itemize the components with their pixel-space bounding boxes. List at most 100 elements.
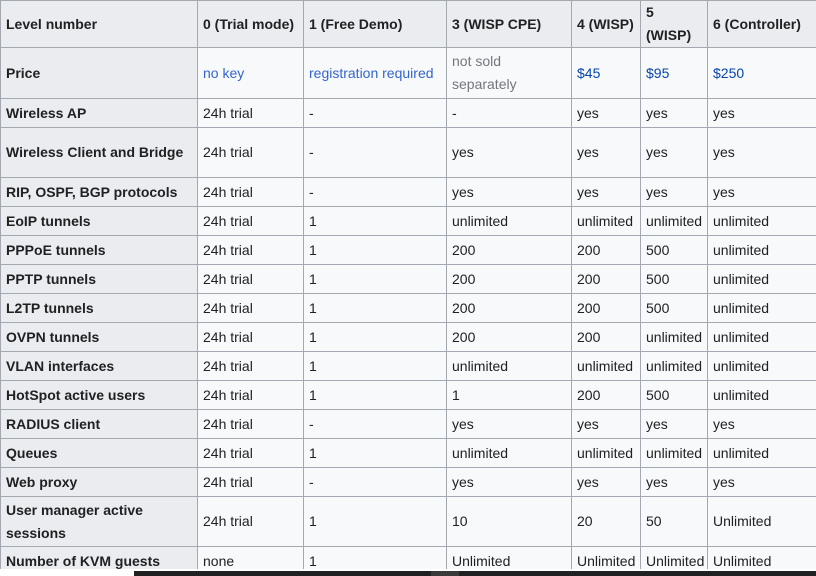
- price-level-4-link[interactable]: $45: [571, 47, 641, 99]
- row-label: VLAN interfaces: [0, 351, 198, 381]
- table-cell: unlimited: [571, 206, 641, 236]
- horizontal-scrollbar[interactable]: [0, 569, 816, 576]
- table-cell: 24h trial: [197, 409, 304, 439]
- table-cell: unlimited: [571, 438, 641, 468]
- table-cell: -: [303, 177, 447, 207]
- table-cell: 1: [303, 322, 447, 352]
- table-row: Web proxy 24h trial - yes yes yes yes: [0, 467, 816, 497]
- table-cell: yes: [571, 467, 641, 497]
- table-cell: 500: [640, 264, 708, 294]
- table-cell: yes: [707, 98, 816, 128]
- table-cell: yes: [446, 409, 572, 439]
- table-cell: 24h trial: [197, 380, 304, 410]
- table-cell: 24h trial: [197, 177, 304, 207]
- price-registration-link[interactable]: registration required: [303, 47, 447, 99]
- scrollbar-thumb[interactable]: [134, 571, 816, 576]
- table-cell: 200: [571, 293, 641, 323]
- table-row: EoIP tunnels 24h trial 1 unlimited unlim…: [0, 206, 816, 236]
- table-cell: unlimited: [446, 206, 572, 236]
- table-cell: 200: [446, 322, 572, 352]
- scrollbar-thumb-grip[interactable]: [431, 571, 459, 576]
- table-cell: 200: [571, 322, 641, 352]
- price-not-sold: not sold separately: [446, 47, 572, 99]
- table-cell: yes: [446, 177, 572, 207]
- row-label: HotSpot active users: [0, 380, 198, 410]
- table-cell: 24h trial: [197, 127, 304, 178]
- table-row: Wireless Client and Bridge 24h trial - y…: [0, 127, 816, 178]
- table-cell: 24h trial: [197, 293, 304, 323]
- table-cell: yes: [707, 127, 816, 178]
- table-cell: unlimited: [446, 351, 572, 381]
- table-row: PPTP tunnels 24h trial 1 200 200 500 unl…: [0, 264, 816, 294]
- row-label: RIP, OSPF, BGP protocols: [0, 177, 198, 207]
- table-cell: unlimited: [571, 351, 641, 381]
- table-cell: 20: [571, 496, 641, 547]
- table-cell: 500: [640, 380, 708, 410]
- price-level-6-link[interactable]: $250: [707, 47, 816, 99]
- header-level-5: 5 (WISP): [640, 0, 708, 48]
- table-cell: unlimited: [707, 438, 816, 468]
- table-cell: yes: [640, 409, 708, 439]
- table-cell: unlimited: [707, 206, 816, 236]
- header-row: Level number 0 (Trial mode) 1 (Free Demo…: [0, 0, 816, 48]
- table-cell: 200: [571, 380, 641, 410]
- table-cell: -: [303, 409, 447, 439]
- table-cell: yes: [640, 467, 708, 497]
- table-cell: Unlimited: [707, 496, 816, 547]
- table-cell: 24h trial: [197, 496, 304, 547]
- table-cell: unlimited: [707, 264, 816, 294]
- table-cell: unlimited: [707, 293, 816, 323]
- price-no-key-link[interactable]: no key: [197, 47, 304, 99]
- row-label: L2TP tunnels: [0, 293, 198, 323]
- table-cell: 200: [446, 293, 572, 323]
- table-cell: 1: [303, 351, 447, 381]
- table-row: User manager active sessions 24h trial 1…: [0, 496, 816, 547]
- row-label: Queues: [0, 438, 198, 468]
- table-cell: yes: [640, 127, 708, 178]
- table-cell: 200: [571, 264, 641, 294]
- table-cell: yes: [571, 409, 641, 439]
- table-cell: yes: [446, 467, 572, 497]
- table-cell: 1: [303, 264, 447, 294]
- table-cell: unlimited: [640, 206, 708, 236]
- table-cell: 24h trial: [197, 98, 304, 128]
- row-label: OVPN tunnels: [0, 322, 198, 352]
- header-level-1: 1 (Free Demo): [303, 0, 447, 48]
- header-level-0: 0 (Trial mode): [197, 0, 304, 48]
- table-cell: yes: [707, 177, 816, 207]
- header-level-number: Level number: [0, 0, 198, 48]
- table-cell: -: [303, 467, 447, 497]
- table-cell: 500: [640, 293, 708, 323]
- table-cell: 1: [303, 380, 447, 410]
- table-cell: -: [303, 127, 447, 178]
- table-cell: 200: [446, 235, 572, 265]
- license-levels-table: Level number 0 (Trial mode) 1 (Free Demo…: [0, 0, 816, 576]
- row-label: User manager active sessions: [0, 496, 198, 547]
- table-cell: unlimited: [640, 351, 708, 381]
- table-cell: 24h trial: [197, 322, 304, 352]
- table-cell: 24h trial: [197, 235, 304, 265]
- table-row: OVPN tunnels 24h trial 1 200 200 unlimit…: [0, 322, 816, 352]
- table-row: HotSpot active users 24h trial 1 1 200 5…: [0, 380, 816, 410]
- table-cell: yes: [640, 98, 708, 128]
- table-row: Wireless AP 24h trial - - yes yes yes: [0, 98, 816, 128]
- header-level-3: 3 (WISP CPE): [446, 0, 572, 48]
- table-cell: 200: [446, 264, 572, 294]
- row-label: Wireless AP: [0, 98, 198, 128]
- table-cell: 24h trial: [197, 351, 304, 381]
- table-cell: yes: [446, 127, 572, 178]
- table-row: L2TP tunnels 24h trial 1 200 200 500 unl…: [0, 293, 816, 323]
- row-label: PPTP tunnels: [0, 264, 198, 294]
- price-level-5-link[interactable]: $95: [640, 47, 708, 99]
- table-cell: unlimited: [446, 438, 572, 468]
- table-row: VLAN interfaces 24h trial 1 unlimited un…: [0, 351, 816, 381]
- table-cell: 200: [571, 235, 641, 265]
- table-cell: 24h trial: [197, 438, 304, 468]
- row-label: EoIP tunnels: [0, 206, 198, 236]
- row-label: PPPoE tunnels: [0, 235, 198, 265]
- table-cell: unlimited: [707, 322, 816, 352]
- table-cell: 24h trial: [197, 467, 304, 497]
- table-cell: unlimited: [707, 380, 816, 410]
- table-cell: -: [446, 98, 572, 128]
- table-cell: 10: [446, 496, 572, 547]
